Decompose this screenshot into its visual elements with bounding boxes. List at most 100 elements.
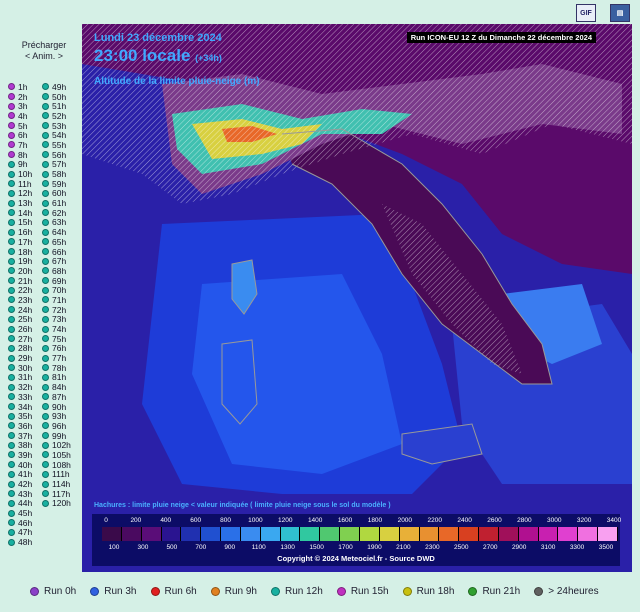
forecast-hour-item[interactable]: 22h xyxy=(8,285,32,295)
forecast-hour-item[interactable]: 52h xyxy=(42,111,71,121)
forecast-hour-item[interactable]: 76h xyxy=(42,343,71,353)
forecast-hour-item[interactable]: 30h xyxy=(8,363,32,373)
forecast-hour-item[interactable]: 1h xyxy=(8,82,32,92)
forecast-hour-item[interactable]: 21h xyxy=(8,276,32,286)
forecast-hour-item[interactable]: 57h xyxy=(42,159,71,169)
forecast-hour-item[interactable]: 29h xyxy=(8,353,32,363)
forecast-hour-item[interactable]: 90h xyxy=(42,402,71,412)
run-option[interactable]: Run 6h xyxy=(150,586,197,597)
forecast-hour-item[interactable]: 6h xyxy=(8,130,32,140)
run-option[interactable]: > 24heures xyxy=(534,586,599,597)
forecast-hour-item[interactable]: 53h xyxy=(42,121,71,131)
save-icon[interactable]: ▤ xyxy=(610,4,630,22)
forecast-hour-item[interactable]: 70h xyxy=(42,285,71,295)
run-option[interactable]: Run 3h xyxy=(90,586,137,597)
forecast-hour-item[interactable]: 59h xyxy=(42,179,71,189)
forecast-hour-item[interactable]: 20h xyxy=(8,266,32,276)
forecast-hour-item[interactable]: 99h xyxy=(42,431,71,441)
forecast-hour-item[interactable]: 34h xyxy=(8,402,32,412)
forecast-hour-item[interactable]: 51h xyxy=(42,101,71,111)
forecast-hour-item[interactable]: 108h xyxy=(42,460,71,470)
forecast-hour-item[interactable]: 9h xyxy=(8,159,32,169)
forecast-hour-item[interactable]: 71h xyxy=(42,295,71,305)
forecast-hour-item[interactable]: 23h xyxy=(8,295,32,305)
forecast-hour-item[interactable]: 14h xyxy=(8,208,32,218)
forecast-hour-item[interactable]: 40h xyxy=(8,460,32,470)
forecast-hour-item[interactable]: 64h xyxy=(42,227,71,237)
forecast-hour-item[interactable]: 28h xyxy=(8,343,32,353)
forecast-hour-item[interactable]: 36h xyxy=(8,421,32,431)
forecast-hour-item[interactable]: 96h xyxy=(42,421,71,431)
forecast-hour-item[interactable]: 10h xyxy=(8,169,32,179)
forecast-hour-item[interactable]: 49h xyxy=(42,82,71,92)
forecast-hour-item[interactable]: 73h xyxy=(42,314,71,324)
forecast-hour-item[interactable]: 4h xyxy=(8,111,32,121)
forecast-hour-item[interactable]: 12h xyxy=(8,188,32,198)
forecast-hour-item[interactable]: 58h xyxy=(42,169,71,179)
forecast-hour-item[interactable]: 38h xyxy=(8,440,32,450)
forecast-hour-item[interactable]: 61h xyxy=(42,198,71,208)
forecast-hour-item[interactable]: 39h xyxy=(8,450,32,460)
forecast-hour-item[interactable]: 78h xyxy=(42,363,71,373)
forecast-hour-item[interactable]: 27h xyxy=(8,334,32,344)
forecast-hour-item[interactable]: 48h xyxy=(8,537,32,547)
forecast-hour-item[interactable]: 31h xyxy=(8,372,32,382)
forecast-hour-item[interactable]: 26h xyxy=(8,324,32,334)
run-option[interactable]: Run 18h xyxy=(402,586,454,597)
forecast-hour-item[interactable]: 19h xyxy=(8,256,32,266)
forecast-hour-item[interactable]: 111h xyxy=(42,469,71,479)
run-option[interactable]: Run 15h xyxy=(336,586,389,597)
forecast-hour-item[interactable]: 63h xyxy=(42,217,71,227)
forecast-hour-item[interactable]: 17h xyxy=(8,237,32,247)
forecast-hour-item[interactable]: 81h xyxy=(42,372,71,382)
forecast-hour-item[interactable]: 87h xyxy=(42,392,71,402)
forecast-hour-item[interactable]: 47h xyxy=(8,527,32,537)
forecast-hour-item[interactable]: 117h xyxy=(42,489,71,499)
forecast-hour-item[interactable]: 25h xyxy=(8,314,32,324)
forecast-hour-item[interactable]: 105h xyxy=(42,450,71,460)
forecast-hour-item[interactable]: 50h xyxy=(42,92,71,102)
forecast-hour-item[interactable]: 2h xyxy=(8,92,32,102)
forecast-hour-item[interactable]: 37h xyxy=(8,431,32,441)
forecast-hour-item[interactable]: 43h xyxy=(8,489,32,499)
forecast-hour-item[interactable]: 84h xyxy=(42,382,71,392)
forecast-hour-item[interactable]: 45h xyxy=(8,508,32,518)
forecast-hour-item[interactable]: 65h xyxy=(42,237,71,247)
forecast-hour-item[interactable]: 69h xyxy=(42,276,71,286)
forecast-hour-item[interactable]: 67h xyxy=(42,256,71,266)
forecast-hour-item[interactable]: 55h xyxy=(42,140,71,150)
run-option[interactable]: Run 21h xyxy=(468,586,520,597)
forecast-hour-item[interactable]: 60h xyxy=(42,188,71,198)
forecast-hour-item[interactable]: 56h xyxy=(42,150,71,160)
forecast-hour-item[interactable]: 54h xyxy=(42,130,71,140)
forecast-hour-item[interactable]: 13h xyxy=(8,198,32,208)
forecast-hour-item[interactable]: 3h xyxy=(8,101,32,111)
forecast-hour-item[interactable]: 102h xyxy=(42,440,71,450)
run-option[interactable]: Run 0h xyxy=(30,586,76,597)
forecast-hour-item[interactable]: 32h xyxy=(8,382,32,392)
forecast-hour-item[interactable]: 41h xyxy=(8,469,32,479)
forecast-hour-item[interactable]: 120h xyxy=(42,498,71,508)
forecast-hour-item[interactable]: 16h xyxy=(8,227,32,237)
forecast-hour-item[interactable]: 114h xyxy=(42,479,71,489)
forecast-hour-item[interactable]: 8h xyxy=(8,150,32,160)
forecast-hour-item[interactable]: 46h xyxy=(8,518,32,528)
anim-button[interactable]: < Anim. > xyxy=(8,51,80,62)
forecast-hour-item[interactable]: 18h xyxy=(8,247,32,257)
forecast-hour-item[interactable]: 74h xyxy=(42,324,71,334)
forecast-hour-item[interactable]: 42h xyxy=(8,479,32,489)
forecast-hour-item[interactable]: 33h xyxy=(8,392,32,402)
run-option[interactable]: Run 12h xyxy=(271,586,323,597)
forecast-hour-item[interactable]: 44h xyxy=(8,498,32,508)
forecast-hour-item[interactable]: 11h xyxy=(8,179,32,189)
gif-icon[interactable]: GIF xyxy=(576,4,596,22)
forecast-hour-item[interactable]: 66h xyxy=(42,247,71,257)
forecast-hour-item[interactable]: 5h xyxy=(8,121,32,131)
run-option[interactable]: Run 9h xyxy=(210,586,257,597)
forecast-hour-item[interactable]: 77h xyxy=(42,353,71,363)
forecast-hour-item[interactable]: 62h xyxy=(42,208,71,218)
forecast-hour-item[interactable]: 75h xyxy=(42,334,71,344)
forecast-hour-item[interactable]: 7h xyxy=(8,140,32,150)
forecast-hour-item[interactable]: 72h xyxy=(42,305,71,315)
forecast-hour-item[interactable]: 68h xyxy=(42,266,71,276)
